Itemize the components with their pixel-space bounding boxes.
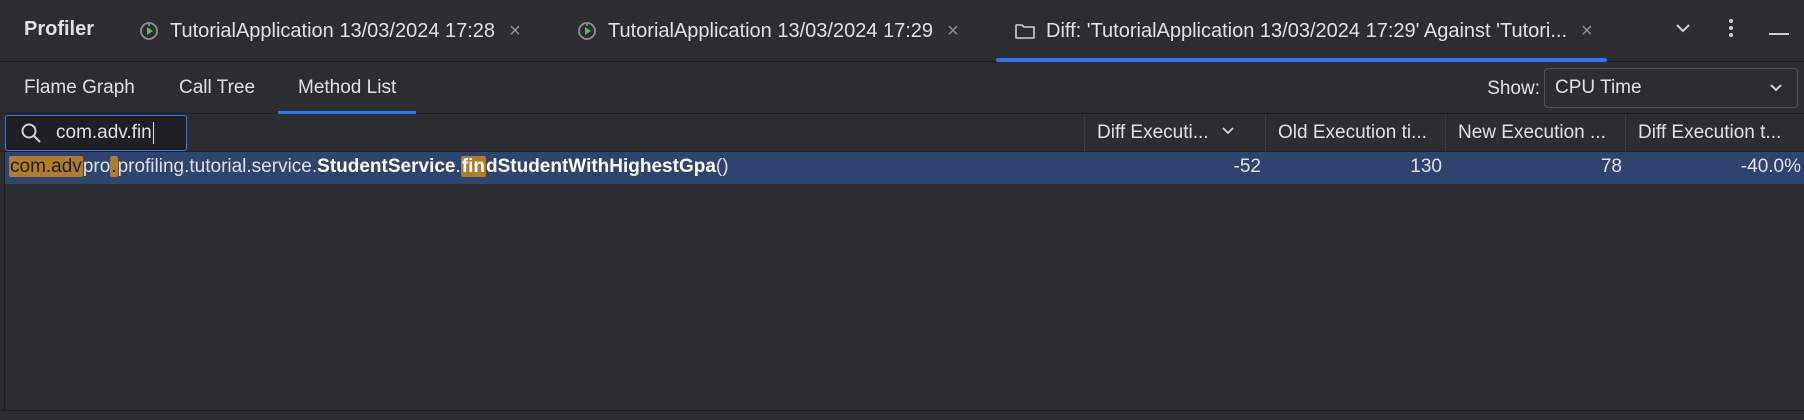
- chevron-down-icon[interactable]: [1672, 19, 1694, 43]
- method-name: com.advpro.profiling.tutorial.service.St…: [9, 156, 729, 178]
- tool-window-header: Profiler TutorialApplication 13/03/2024 …: [0, 0, 1804, 62]
- sort-descending-icon: [1221, 122, 1235, 144]
- search-icon: [21, 123, 41, 143]
- column-label: New Execution ...: [1458, 122, 1606, 143]
- method-segment: profiling.tutorial.service.: [117, 156, 318, 177]
- tool-window-title: Profiler: [24, 18, 95, 40]
- table-row[interactable]: com.advpro.profiling.tutorial.service.St…: [5, 152, 1804, 184]
- close-icon[interactable]: ×: [947, 20, 959, 43]
- show-metric-value: CPU Time: [1555, 77, 1642, 98]
- tab-label: Flame Graph: [24, 77, 135, 98]
- more-vertical-icon[interactable]: [1720, 18, 1742, 44]
- tab-label: Method List: [298, 77, 397, 98]
- column-label: Diff Executi...: [1097, 122, 1209, 143]
- method-function: dStudentWithHighestGpa: [485, 156, 716, 177]
- profiler-run-icon: [140, 22, 158, 40]
- column-label: Old Execution ti...: [1278, 122, 1427, 143]
- search-match: fin: [460, 156, 486, 177]
- folder-icon: [1015, 24, 1035, 39]
- search-input[interactable]: com.adv.fin: [56, 122, 152, 144]
- tab-session-1728[interactable]: TutorialApplication 13/03/2024 17:28 ×: [138, 0, 521, 62]
- close-icon[interactable]: ×: [1581, 20, 1593, 43]
- column-new-execution[interactable]: New Execution ...: [1445, 114, 1625, 152]
- method-segment: (): [715, 156, 729, 177]
- method-segment: .: [455, 156, 461, 177]
- column-old-execution[interactable]: Old Execution ti...: [1265, 114, 1445, 152]
- tab-session-1729[interactable]: TutorialApplication 13/03/2024 17:29 ×: [576, 0, 959, 62]
- table-header: com.adv.fin Diff Executi... Old Executio…: [0, 114, 1804, 152]
- close-icon[interactable]: ×: [509, 20, 521, 43]
- new-execution-cell: 78: [1600, 156, 1622, 177]
- method-class: StudentService: [317, 156, 456, 177]
- profiler-run-icon: [578, 22, 596, 40]
- show-label: Show:: [1487, 78, 1540, 99]
- chevron-down-icon: [1767, 78, 1785, 102]
- diff-execution-cell: -52: [1233, 156, 1261, 177]
- minimize-icon[interactable]: [1768, 20, 1790, 42]
- old-execution-cell: 130: [1410, 156, 1442, 177]
- text-caret: [152, 122, 154, 144]
- tab-label: Diff: 'TutorialApplication 13/03/2024 17…: [1046, 19, 1568, 42]
- diff-percent-cell: -40.0%: [1740, 156, 1801, 177]
- column-diff-execution-percent[interactable]: Diff Execution t...: [1625, 114, 1804, 152]
- search-match: com.adv: [9, 156, 83, 177]
- tab-label: Call Tree: [179, 77, 256, 98]
- view-tabs-bar: Flame Graph Call Tree Method List Show: …: [0, 62, 1804, 114]
- header-actions: [1672, 0, 1804, 62]
- method-list-table: com.advpro.profiling.tutorial.service.St…: [4, 152, 1804, 410]
- tab-label: TutorialApplication 13/03/2024 17:29: [608, 19, 934, 42]
- search-match: .: [110, 156, 118, 177]
- tab-label: TutorialApplication 13/03/2024 17:28: [170, 19, 496, 42]
- horizontal-scrollbar-track[interactable]: [0, 410, 1804, 420]
- tab-call-tree[interactable]: Call Tree: [159, 62, 275, 114]
- tab-method-list[interactable]: Method List: [278, 62, 417, 114]
- column-label: Diff Execution t...: [1638, 122, 1782, 143]
- tab-diff[interactable]: Diff: 'TutorialApplication 13/03/2024 17…: [996, 0, 1607, 62]
- search-field[interactable]: com.adv.fin: [5, 115, 187, 151]
- method-segment: pro: [82, 156, 111, 177]
- tab-flame-graph[interactable]: Flame Graph: [4, 62, 155, 114]
- show-metric-select[interactable]: CPU Time: [1544, 68, 1798, 108]
- column-diff-execution[interactable]: Diff Executi...: [1084, 114, 1265, 152]
